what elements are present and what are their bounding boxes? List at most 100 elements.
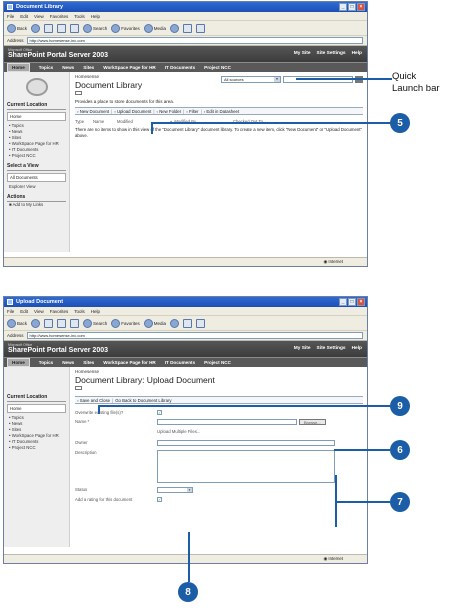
address-input[interactable]: http://www.homesense-inc.com xyxy=(26,37,363,44)
menu-favorites[interactable]: Favorites xyxy=(50,14,69,19)
menu-tools[interactable]: Tools xyxy=(74,14,85,19)
menu-view[interactable]: View xyxy=(34,309,44,314)
nav-home[interactable]: Home xyxy=(7,358,30,367)
current-location-heading: Current Location xyxy=(7,394,66,402)
column-name[interactable]: Name xyxy=(93,119,117,124)
mail-button[interactable] xyxy=(183,318,193,328)
nav-topics[interactable]: Topics xyxy=(39,360,53,365)
forward-button[interactable] xyxy=(31,318,41,328)
media-button[interactable]: Media xyxy=(143,23,166,33)
window-title: Upload Document xyxy=(16,299,64,305)
my-site-link[interactable]: My Site xyxy=(294,346,311,351)
view-explorer[interactable]: Explorer View xyxy=(7,184,66,190)
maximize-button[interactable]: □ xyxy=(348,298,356,306)
current-location-home[interactable]: Home xyxy=(7,404,66,413)
close-button[interactable]: × xyxy=(357,3,365,11)
history-icon xyxy=(170,23,180,33)
menu-edit[interactable]: Edit xyxy=(20,309,28,314)
back-button[interactable]: Back xyxy=(7,23,27,33)
edit-datasheet-button[interactable]: ▫ Edit in Datasheet xyxy=(204,109,239,114)
nav-it-documents[interactable]: IT Documents xyxy=(165,65,195,70)
view-all-documents[interactable]: All Documents xyxy=(7,173,66,182)
upload-document-button[interactable]: ▫ Upload Document xyxy=(114,109,151,114)
back-button[interactable]: Back xyxy=(7,318,27,328)
help-link[interactable]: Help xyxy=(352,346,362,351)
current-location-home[interactable]: Home xyxy=(7,112,66,121)
nav-sites[interactable]: Sites xyxy=(83,360,94,365)
nav-news[interactable]: News xyxy=(62,360,74,365)
print-icon xyxy=(196,318,206,328)
menu-file[interactable]: File xyxy=(7,14,14,19)
home-button[interactable] xyxy=(70,318,80,328)
menu-help[interactable]: Help xyxy=(91,14,100,19)
status-select[interactable]: ▾ xyxy=(157,487,193,493)
site-settings-link[interactable]: Site Settings xyxy=(317,346,346,351)
maximize-button[interactable]: □ xyxy=(348,3,356,11)
search-scope-select[interactable]: All sources ▾ xyxy=(221,76,281,83)
browse-button[interactable]: Browse... xyxy=(299,419,326,425)
help-link[interactable]: Help xyxy=(352,51,362,56)
menu-help[interactable]: Help xyxy=(91,309,100,314)
breadcrumb[interactable]: Homesense xyxy=(75,369,363,374)
overwrite-checkbox[interactable]: ✓ xyxy=(157,410,162,415)
nav-project-ncc[interactable]: Project NCC xyxy=(204,360,231,365)
sidebar-item-project-ncc[interactable]: • Project NCC xyxy=(7,153,66,159)
empty-library-message: There are no items to show in this view … xyxy=(75,127,362,138)
menu-bar: File Edit View Favorites Tools Help xyxy=(4,307,367,316)
refresh-button[interactable] xyxy=(57,318,67,328)
print-button[interactable] xyxy=(196,318,206,328)
address-input[interactable]: http://www.homesense-inc.com xyxy=(26,332,363,339)
menu-edit[interactable]: Edit xyxy=(20,14,28,19)
favorites-button[interactable]: Favorites xyxy=(111,23,140,33)
forward-button[interactable] xyxy=(31,23,41,33)
callout-9: 9 xyxy=(390,396,410,416)
favorites-button[interactable]: Favorites xyxy=(111,318,140,328)
nav-workspace-hr[interactable]: WorkSpace Page for HR xyxy=(103,360,156,365)
save-and-close-button[interactable]: ▫ Save and Close xyxy=(77,398,110,403)
history-button[interactable] xyxy=(170,318,180,328)
stop-button[interactable] xyxy=(44,23,54,33)
chevron-down-icon: ▾ xyxy=(274,77,280,82)
media-button[interactable]: Media xyxy=(143,318,166,328)
column-type[interactable]: Type xyxy=(75,119,93,124)
history-icon xyxy=(170,318,180,328)
nav-it-documents[interactable]: IT Documents xyxy=(165,360,195,365)
nav-project-ncc[interactable]: Project NCC xyxy=(204,65,231,70)
my-site-link[interactable]: My Site xyxy=(294,51,311,56)
new-document-button[interactable]: ▫ New Document xyxy=(77,109,109,114)
sidebar-item-project-ncc[interactable]: • Project NCC xyxy=(7,445,66,451)
menu-file[interactable]: File xyxy=(7,309,14,314)
file-name-input[interactable] xyxy=(157,419,297,425)
search-button[interactable]: Search xyxy=(83,23,107,33)
filter-button[interactable]: ▫ Filter xyxy=(186,109,198,114)
site-settings-link[interactable]: Site Settings xyxy=(317,51,346,56)
menu-tools[interactable]: Tools xyxy=(74,309,85,314)
minimize-button[interactable]: _ xyxy=(339,298,347,306)
menu-favorites[interactable]: Favorites xyxy=(50,309,69,314)
nav-news[interactable]: News xyxy=(62,65,74,70)
owner-input[interactable] xyxy=(157,440,335,446)
close-button[interactable]: × xyxy=(357,298,365,306)
description-textarea[interactable] xyxy=(157,450,335,483)
print-button[interactable] xyxy=(196,23,206,33)
upload-multiple-link[interactable]: Upload Multiple Files... xyxy=(157,429,200,434)
nav-home[interactable]: Home xyxy=(7,63,30,72)
mail-button[interactable] xyxy=(183,23,193,33)
nav-sites[interactable]: Sites xyxy=(83,65,94,70)
minimize-button[interactable]: _ xyxy=(339,3,347,11)
rating-checkbox[interactable]: ✓ xyxy=(157,497,162,502)
history-button[interactable] xyxy=(170,23,180,33)
go-back-button[interactable]: Go Back to Document Library xyxy=(115,398,171,403)
refresh-icon xyxy=(57,23,67,33)
refresh-button[interactable] xyxy=(57,23,67,33)
stop-button[interactable] xyxy=(44,318,54,328)
home-button[interactable] xyxy=(70,23,80,33)
nav-workspace-hr[interactable]: WorkSpace Page for HR xyxy=(103,65,156,70)
rating-row: Add a rating for this document ✓ xyxy=(75,497,363,502)
current-location-heading: Current Location xyxy=(7,102,66,110)
menu-view[interactable]: View xyxy=(34,14,44,19)
nav-topics[interactable]: Topics xyxy=(39,65,53,70)
add-to-my-links[interactable]: ■ Add to My Links xyxy=(7,202,66,208)
search-button[interactable]: Search xyxy=(83,318,107,328)
new-folder-button[interactable]: ▫ New Folder xyxy=(156,109,181,114)
